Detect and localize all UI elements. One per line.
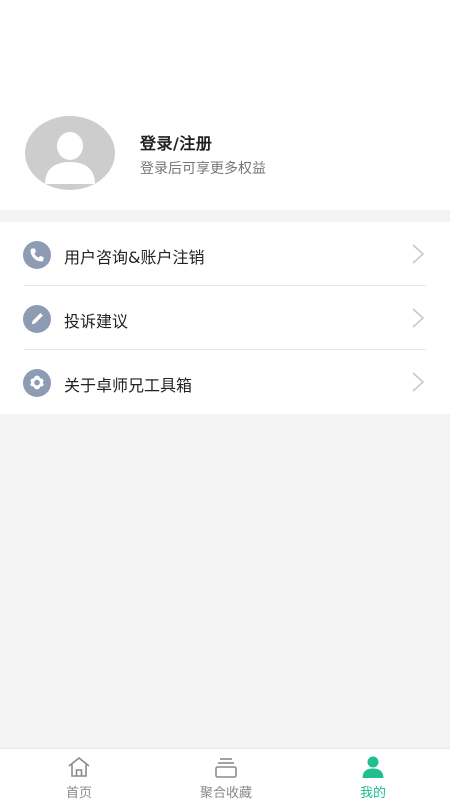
settings-menu: 用户咨询&账户注销 投诉建议 关于卓师兄工具箱 — [0, 222, 450, 414]
user-avatar-icon — [45, 132, 95, 184]
person-icon — [362, 756, 384, 778]
tab-label: 首页 — [65, 786, 92, 801]
phone-icon — [23, 241, 51, 269]
chevron-right-icon — [412, 308, 425, 328]
tab-label: 聚合收藏 — [199, 786, 252, 801]
avatar[interactable] — [25, 116, 115, 190]
tab-mine[interactable]: 我的 — [298, 749, 448, 801]
gear-icon — [23, 369, 51, 397]
profile-header: 登录/注册 登录后可享更多权益 — [0, 0, 450, 210]
menu-item-label: 用户咨询&账户注销 — [64, 248, 205, 267]
menu-item-about[interactable]: 关于卓师兄工具箱 — [0, 350, 450, 414]
tab-label: 我的 — [359, 786, 386, 801]
tab-home[interactable]: 首页 — [4, 749, 154, 801]
bottom-tab-bar: 首页 聚合收藏 我的 — [0, 748, 450, 801]
menu-item-consult-cancel-account[interactable]: 用户咨询&账户注销 — [0, 222, 450, 286]
pencil-icon — [23, 305, 51, 333]
menu-item-label: 投诉建议 — [64, 312, 129, 331]
tab-collections[interactable]: 聚合收藏 — [151, 749, 301, 801]
collection-icon — [215, 758, 237, 778]
menu-item-label: 关于卓师兄工具箱 — [64, 376, 193, 395]
login-benefits-text: 登录后可享更多权益 — [140, 161, 266, 177]
menu-item-complaints-suggestions[interactable]: 投诉建议 — [0, 286, 450, 350]
login-register-link[interactable]: 登录/注册 — [140, 130, 212, 154]
home-icon — [68, 757, 90, 777]
chevron-right-icon — [412, 244, 425, 264]
chevron-right-icon — [412, 372, 425, 392]
